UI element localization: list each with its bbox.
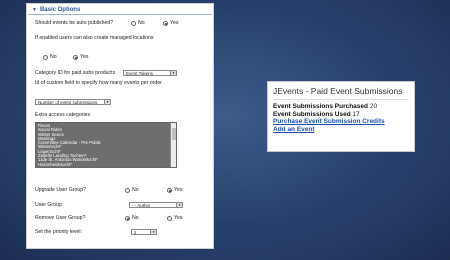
scrollbar[interactable] xyxy=(170,123,176,167)
managed-locations-label: If enabled users can also create managed… xyxy=(35,35,154,41)
auto-publish-yes-radio[interactable]: Yes xyxy=(163,20,178,26)
radio-circle-selected-icon[interactable] xyxy=(125,215,130,221)
list-item[interactable]: Hazenheidetocht* xyxy=(36,162,176,167)
custom-field-label: Id of custom field to specify how many e… xyxy=(35,80,162,86)
user-group-select[interactable]: - - Author ▼ xyxy=(129,202,183,208)
chevron-down-icon[interactable]: ▼ xyxy=(150,230,156,234)
card-title: JEvents - Paid Event Submissions xyxy=(273,86,409,100)
priority-label: Set the priority level: xyxy=(35,229,82,235)
auto-publish-label: Should events be auto published? xyxy=(35,20,114,26)
used-label: Event Submissions Used xyxy=(273,110,351,118)
radio-circle-selected-icon[interactable] xyxy=(163,20,168,26)
radio-label-no: No xyxy=(138,20,145,26)
panel-header[interactable]: ▼ Basic Options xyxy=(28,5,212,15)
user-group-label: User Group: xyxy=(35,202,64,208)
access-categories-listbox[interactable]: Races Social Rides Winter Series Meetings Co… xyxy=(35,122,177,168)
chevron-down-icon[interactable]: ▼ xyxy=(176,203,182,207)
radio-label-yes: Yes xyxy=(174,215,183,221)
remove-group-label: Remove User Group? xyxy=(35,215,86,221)
managed-locations-yes-radio[interactable]: Yes xyxy=(73,54,88,60)
remove-group-yes-radio[interactable]: Yes xyxy=(167,215,182,221)
panel-header-title: Basic Options xyxy=(39,6,81,13)
category-select[interactable]: Event Tokens ▼ xyxy=(123,70,177,76)
custom-field-select-value: Number of event submissions xyxy=(38,100,98,105)
purchased-value: 20 xyxy=(369,103,378,110)
purchase-credits-link[interactable]: Purchase Event Submission Credits xyxy=(273,118,409,126)
used-row: Event Submissions Used 17 xyxy=(273,111,409,119)
auto-publish-no-radio[interactable]: No xyxy=(131,20,145,26)
purchased-label: Event Submissions Purchased xyxy=(273,103,369,110)
radio-label-yes: Yes xyxy=(80,54,89,60)
radio-circle-icon[interactable] xyxy=(125,187,130,193)
radio-label-yes: Yes xyxy=(170,20,179,26)
chevron-down-icon[interactable]: ▼ xyxy=(170,71,176,75)
managed-locations-no-radio[interactable]: No xyxy=(43,54,57,60)
priority-select[interactable]: 2 ▼ xyxy=(131,229,157,235)
chevron-down-icon[interactable]: ▼ xyxy=(104,100,110,104)
radio-circle-selected-icon[interactable] xyxy=(73,54,78,60)
radio-label-no: No xyxy=(50,54,57,60)
radio-circle-icon[interactable] xyxy=(167,215,172,221)
radio-circle-selected-icon[interactable] xyxy=(167,187,172,193)
upgrade-group-yes-radio[interactable]: Yes xyxy=(167,187,182,193)
category-select-value: Event Tokens xyxy=(126,71,153,76)
collapse-arrow-icon[interactable]: ▼ xyxy=(32,7,37,13)
radio-label-no: No xyxy=(132,187,139,193)
category-label: Category ID for paid subs products xyxy=(35,70,116,76)
upgrade-group-label: Upgrade User Group? xyxy=(35,187,87,193)
extra-access-label: Extra access categories xyxy=(35,112,91,118)
user-group-select-value: - - Author xyxy=(132,203,151,208)
priority-select-value: 2 xyxy=(134,230,137,235)
purchased-row: Event Submissions Purchased 20 xyxy=(273,103,409,111)
radio-circle-icon[interactable] xyxy=(43,54,48,60)
upgrade-group-no-radio[interactable]: No xyxy=(125,187,139,193)
add-event-link[interactable]: Add an Event xyxy=(273,126,409,134)
basic-options-panel: ▼ Basic Options Should events be auto pu… xyxy=(26,3,214,249)
radio-label-no: No xyxy=(132,215,139,221)
radio-circle-icon[interactable] xyxy=(131,20,136,26)
paid-submissions-card: JEvents - Paid Event Submissions Event S… xyxy=(267,81,415,152)
used-value: 17 xyxy=(352,110,360,118)
remove-group-no-radio[interactable]: No xyxy=(125,215,139,221)
scrollbar-thumb[interactable] xyxy=(171,128,176,140)
radio-label-yes: Yes xyxy=(174,187,183,193)
custom-field-select[interactable]: Number of event submissions ▼ xyxy=(35,99,111,105)
